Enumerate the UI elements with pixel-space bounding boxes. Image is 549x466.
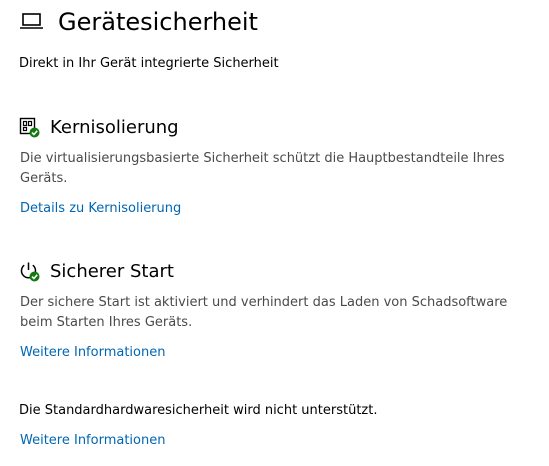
core-isolation-details-link[interactable]: Details zu Kernisolierung bbox=[20, 200, 181, 218]
power-check-icon bbox=[19, 261, 41, 283]
hardware-security-more-info-link[interactable]: Weitere Informationen bbox=[20, 432, 165, 450]
core-isolation-description: Die virtualisierungsbasierte Sicherheit … bbox=[20, 151, 505, 186]
secure-boot-heading: Sicherer Start bbox=[50, 261, 174, 282]
secure-boot-more-info-link[interactable]: Weitere Informationen bbox=[20, 344, 165, 362]
page-subtitle: Direkt in Ihr Gerät integrierte Sicherhe… bbox=[19, 56, 279, 71]
device-security-page: Gerätesicherheit Direkt in Ihr Gerät int… bbox=[0, 0, 549, 466]
hardware-security-status: Die Standardhardwaresicherheit wird nich… bbox=[19, 403, 378, 418]
core-isolation-heading: Kernisolierung bbox=[50, 117, 179, 138]
core-isolation-chip-icon bbox=[19, 117, 41, 139]
secure-boot-description: Der sichere Start ist aktiviert und verh… bbox=[20, 295, 508, 330]
page-title: Gerätesicherheit bbox=[58, 8, 258, 36]
laptop-icon bbox=[19, 11, 45, 33]
